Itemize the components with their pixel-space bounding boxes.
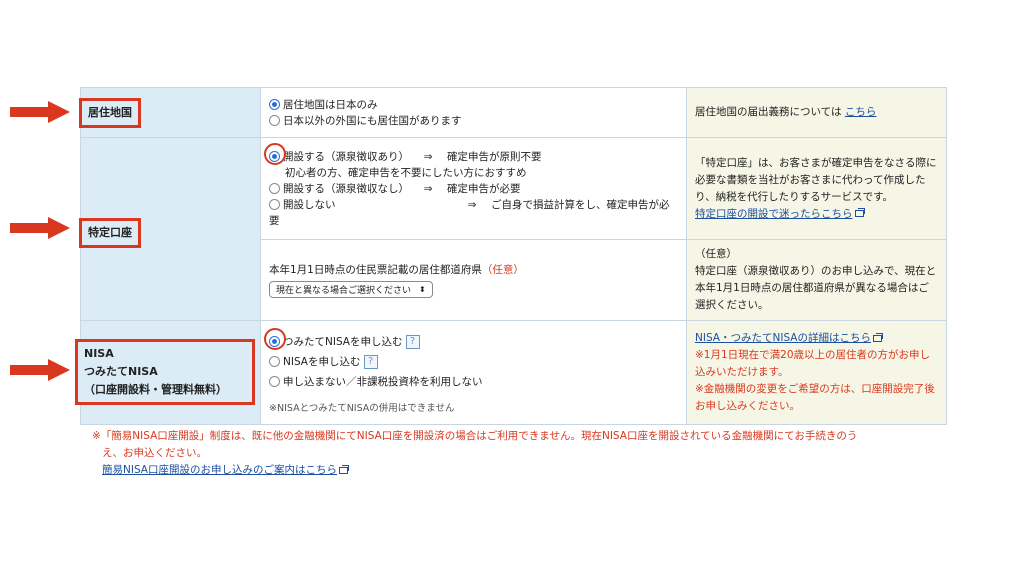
nisa-detail-link[interactable]: NISA・つみたてNISAの詳細はこちら — [695, 332, 871, 344]
nisa-option-tsumitate[interactable]: つみたてNISAを申し込む ? — [269, 332, 678, 352]
radio-selected-icon[interactable] — [269, 151, 280, 162]
nisa-option-nisa[interactable]: NISAを申し込む ? — [269, 352, 678, 372]
residence-label-cell: 居住地国 — [79, 87, 261, 138]
prefecture-select[interactable]: 現在と異なる場合ご選択ください ⬍ — [269, 281, 433, 298]
radio-icon[interactable] — [269, 183, 280, 194]
residence-option-japan-only[interactable]: 居住地国は日本のみ — [269, 97, 678, 113]
tokutei-option-withholding[interactable]: 開設する（源泉徴収あり） ⇒ 確定申告が原則不要 — [269, 149, 678, 165]
tokutei-option-no-withholding[interactable]: 開設する（源泉徴収なし） ⇒ 確定申告が必要 — [269, 181, 678, 197]
residence-option-foreign[interactable]: 日本以外の外国にも居住国があります — [269, 113, 678, 129]
residence-info-link[interactable]: こちら — [845, 106, 877, 118]
tokutei-help-link[interactable]: 特定口座の開設で迷ったらこちら — [695, 208, 853, 220]
annotation-arrow-residence — [10, 101, 70, 123]
tokutei-options: 開設する（源泉徴収あり） ⇒ 確定申告が原則不要 初心者の方、確定申告を不要にし… — [260, 137, 687, 240]
nisa-label-cell: NISA つみたてNISA （口座開設料・管理料無料） — [75, 320, 261, 425]
radio-icon[interactable] — [269, 376, 280, 387]
residence-label: 居住地国 — [79, 98, 141, 128]
tokutei-label: 特定口座 — [79, 218, 141, 248]
residence-options: 居住地国は日本のみ 日本以外の外国にも居住国があります — [260, 87, 687, 138]
nisa-option-none[interactable]: 申し込まない／非課税投資枠を利用しない — [269, 372, 678, 392]
nisa-info: NISA・つみたてNISAの詳細はこちら ※1月1日現在で満20歳以上の居住者の… — [686, 320, 947, 425]
annotation-arrow-nisa — [10, 359, 70, 381]
radio-selected-icon[interactable] — [269, 99, 280, 110]
annotation-arrow-tokutei — [10, 217, 70, 239]
nisa-footnote: ※NISAとつみたてNISAの併用はできません — [269, 402, 455, 414]
radio-icon[interactable] — [269, 199, 280, 210]
external-link-icon — [854, 208, 865, 217]
account-options-table: 居住地国 居住地国は日本のみ 日本以外の外国にも居住国があります 居住地国の届出… — [75, 87, 947, 425]
radio-icon[interactable] — [269, 356, 280, 367]
radio-selected-icon[interactable] — [269, 336, 280, 347]
prefecture-info: （任意） 特定口座（源泉徴収あり）のお申し込みで、現在と本年1月1日時点の居住都… — [686, 239, 947, 321]
select-arrows-icon: ⬍ — [419, 285, 426, 294]
help-icon[interactable]: ? — [363, 354, 378, 369]
tokutei-option-none-wrap: 要 — [269, 214, 280, 227]
tokutei-option-withholding-note: 初心者の方、確定申告を不要にしたい方におすすめ — [285, 166, 527, 179]
residence-info: 居住地国の届出義務については こちら — [686, 87, 947, 138]
prefecture-field: 本年1月1日時点の住民票記載の居住都道府県（任意） 現在と異なる場合ご選択くださ… — [260, 239, 687, 321]
help-icon[interactable]: ? — [405, 334, 420, 349]
radio-icon[interactable] — [269, 115, 280, 126]
simple-nisa-link[interactable]: 簡易NISA口座開設のお申し込みのご案内はこちら — [102, 464, 337, 476]
nisa-options: つみたてNISAを申し込む ? NISAを申し込む ? 申し込まない／非課税投資… — [260, 320, 687, 425]
simple-nisa-note: ※「簡易NISA口座開設」制度は、既に他の金融機関にてNISA口座を開設済の場合… — [92, 430, 858, 476]
tokutei-info: 「特定口座」は、お客さまが確定申告をなさる際に必要な書類を当社がお客さまに代わっ… — [686, 137, 947, 240]
external-link-icon — [339, 464, 349, 474]
tokutei-label-cell: 特定口座 — [79, 137, 261, 321]
tokutei-option-none[interactable]: 開設しない ⇒ ご自身で損益計算をし、確定申告が必 — [269, 197, 678, 213]
nisa-label: NISA つみたてNISA （口座開設料・管理料無料） — [75, 339, 255, 405]
external-link-icon — [873, 332, 883, 342]
